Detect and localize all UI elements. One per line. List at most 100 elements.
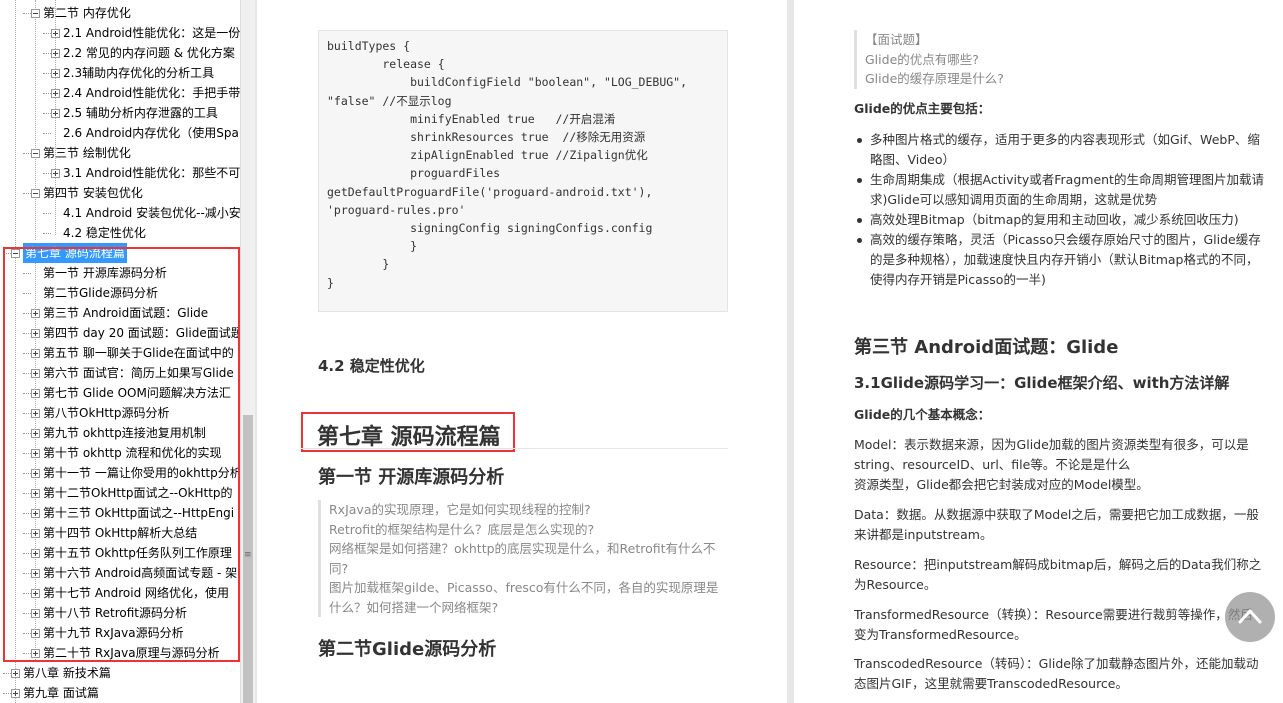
tree-item[interactable]: 2.5 辅助分析内存泄露的工具 [43,103,218,123]
tree-item[interactable]: 2.2 常见的内存问题 & 优化方案 [43,43,235,63]
tree-item[interactable]: 第三节 绘制优化 [23,143,131,163]
tree-item[interactable]: 第九章 面试篇 [3,683,99,703]
expand-plus-icon[interactable] [31,529,40,538]
tree-item-label: 第三节 Android面试题：Glide [43,306,209,320]
expand-plus-icon[interactable] [51,29,60,38]
tree-connector [23,593,31,594]
tree-item[interactable]: 第八章 新技术篇 [3,663,111,683]
tree-item[interactable]: 2.6 Android内存优化（使用Spa [43,123,239,143]
tree-item[interactable]: 第七节 Glide OOM问题解决方法汇 [23,383,231,403]
tree-item[interactable]: 第二十节 RxJava原理与源码分析 [23,643,220,663]
tree-item[interactable]: 第六节 面试官：简历上如果写Glide [23,363,234,383]
scrollbar-grip-icon: ≡ [244,550,252,560]
expand-plus-icon[interactable] [31,389,40,398]
tree-item[interactable]: 4.1 Android 安装包优化--减小安 [43,203,240,223]
quote-line: 图片加载框架gilde、Picasso、fresco有什么不同，各自的实现原理是 [329,580,719,595]
tree-item[interactable]: 第三节 Android面试题：Glide [23,303,209,323]
tree-item[interactable]: 2.3辅助内存优化的分析工具 [43,63,214,83]
expand-plus-icon[interactable] [31,489,40,498]
expand-plus-icon[interactable] [31,469,40,478]
expand-plus-icon[interactable] [51,109,60,118]
collapse-minus-icon[interactable] [31,189,40,198]
expand-plus-icon[interactable] [11,689,20,698]
tree-item-label: 2.5 辅助分析内存泄露的工具 [63,106,218,120]
tree-item[interactable]: 第四节 安装包优化 [23,183,143,203]
expand-plus-icon[interactable] [31,549,40,558]
tree-item[interactable]: 第四节 day 20 面试题：Glide面试题 [23,323,240,343]
paragraph-line: TranscodedResource（转码）：Glide除了加载静态图片外，还能… [854,656,1259,671]
tree-item[interactable]: 第五节 聊一聊关于Glide在面试中的 [23,343,234,363]
expand-plus-icon[interactable] [31,449,40,458]
expand-plus-icon[interactable] [51,89,60,98]
tree-item[interactable]: 第二节 内存优化 [23,3,131,23]
tree-item[interactable]: 第十一节 一篇让你受用的okhttp分析 [23,463,240,483]
tree-item-label: 2.4 Android性能优化：手把手带 [63,86,240,100]
tree-connector [43,173,51,174]
tree-connector [23,353,31,354]
expand-plus-icon[interactable] [31,369,40,378]
expand-plus-icon[interactable] [31,589,40,598]
expand-plus-icon[interactable] [31,609,40,618]
code-line: proguardFiles [327,166,501,181]
tree-item[interactable]: 第十七节 Android 网络优化，使用 [23,583,229,603]
expand-plus-icon[interactable] [31,429,40,438]
tree-connector [43,33,51,34]
tree-item[interactable]: 第十节 okhttp 流程和优化的实现 [23,443,222,463]
collapse-minus-icon[interactable] [31,9,40,18]
tree-item-label: 第二十节 RxJava原理与源码分析 [43,646,220,660]
tree-item[interactable]: 第一节 开源库源码分析 [23,263,167,283]
tree-connector [23,453,31,454]
tree-item[interactable]: 第八节OkHttp源码分析 [23,403,169,423]
tree-item[interactable]: 第十四节 OkHttp解析大总结 [23,523,197,543]
tree-item[interactable]: 第十二节OkHttp面试之--OkHttp的 [23,483,233,503]
outline-scrollbar[interactable]: ≡ [240,0,255,703]
expand-plus-icon[interactable] [31,329,40,338]
tree-item[interactable]: 第十五节 Okhttp任务队列工作原理 [23,543,232,563]
expand-plus-icon[interactable] [11,669,20,678]
tree-item-label: 第十二节OkHttp面试之--OkHttp的 [43,486,233,500]
para-resource: Resource：把inputstream解码成bitmap后，解码之后的Dat… [854,555,1274,595]
expand-plus-icon[interactable] [31,649,40,658]
tree-item[interactable]: 第十六节 Android高频面试专题 - 架 [23,563,237,583]
tree-connector [3,673,11,674]
tree-item-label: 2.6 Android内存优化（使用Spa [63,126,239,140]
section3-1-title: 3.1Glide源码学习一：Glide框架介绍、with方法详解 [854,374,1230,392]
expand-plus-icon[interactable] [51,169,60,178]
tree-connector [23,553,31,554]
tree-item[interactable]: 第九节 okhttp连接池复用机制 [23,423,206,443]
concepts-heading: Glide的几个基本概念： [854,407,991,422]
outline-tree: 第二节 内存优化 2.1 Android性能优化：这是一份 2.2 常见的内存问题 … [0,0,240,703]
paragraph-line: Resource：把inputstream解码成bitmap后，解码之后的Dat… [854,557,1262,572]
expand-plus-icon[interactable] [51,69,60,78]
collapse-minus-icon[interactable] [11,249,20,258]
collapse-minus-icon[interactable] [31,149,40,158]
tree-item-label: 第十八节 Retrofit源码分析 [43,606,187,620]
tree-item[interactable]: 4.2 稳定性优化 [43,223,146,243]
expand-plus-icon[interactable] [31,509,40,518]
quote-line: Glide的优点有哪些? [865,51,979,67]
tree-item[interactable]: 第二节Glide源码分析 [23,283,158,303]
interview-quote: 【面试题】 Glide的优点有哪些? Glide的缓存原理是什么? [854,30,1154,89]
tree-item[interactable]: 第十九节 RxJava源码分析 [23,623,184,643]
tree-item[interactable]: 2.1 Android性能优化：这是一份 [43,23,240,43]
code-line: release { [327,57,445,72]
paragraph-line: 为Resource。 [854,577,937,592]
tree-connector [23,273,31,274]
expand-plus-icon[interactable] [31,629,40,638]
list-item: 生命周期集成（根据Activity或者Fragment的生命周期管理图片加载请求… [854,170,1266,210]
tree-item[interactable]: 2.4 Android性能优化：手把手带 [43,83,240,103]
code-line: } [327,275,334,290]
tree-item-label: 2.2 常见的内存问题 & 优化方案 [63,46,235,60]
expand-plus-icon[interactable] [31,409,40,418]
tree-item[interactable]: 第七章 源码流程篇 [3,243,127,263]
expand-plus-icon[interactable] [31,569,40,578]
scroll-to-top-button[interactable] [1225,592,1275,642]
tree-connector [23,373,31,374]
expand-plus-icon[interactable] [51,49,60,58]
tree-item[interactable]: 第十三节 OkHttp面试之--HttpEngi [23,503,234,523]
expand-plus-icon[interactable] [31,309,40,318]
expand-plus-icon[interactable] [31,349,40,358]
tree-item[interactable]: 3.1 Android性能优化：那些不可 [43,163,240,183]
paragraph-line: 变为TransformedResource。 [854,627,1027,642]
tree-item[interactable]: 第十八节 Retrofit源码分析 [23,603,187,623]
